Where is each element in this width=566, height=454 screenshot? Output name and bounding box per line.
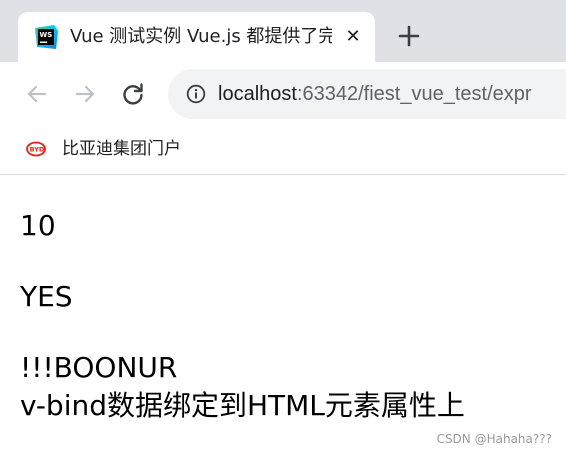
forward-arrow-icon[interactable] (72, 81, 98, 107)
csdn-watermark: CSDN @Hahaha??? (436, 432, 552, 446)
back-arrow-icon[interactable] (24, 81, 50, 107)
output-line-number: 10 (20, 209, 56, 242)
browser-window: WS Vue 测试实例 Vue.js 都提供了完 ✕ localhost:633… (0, 0, 566, 454)
tab-title: Vue 测试实例 Vue.js 都提供了完 (70, 26, 332, 47)
new-tab-plus-icon[interactable] (395, 22, 423, 50)
bookmarks-bar: BYD 比亚迪集团门户 (0, 126, 566, 175)
url-text[interactable]: localhost:63342/fiest_vue_test/expr (218, 82, 532, 106)
output-line-reversed: !!!BOONUR (20, 351, 178, 384)
info-icon[interactable] (186, 84, 206, 104)
tab-strip: WS Vue 测试实例 Vue.js 都提供了完 ✕ (0, 0, 566, 62)
bookmark-label: 比亚迪集团门户 (62, 139, 181, 159)
webstorm-icon: WS (34, 25, 58, 49)
svg-text:BYD: BYD (30, 146, 45, 154)
output-line-ternary: YES (20, 280, 73, 313)
svg-text:WS: WS (40, 31, 53, 39)
browser-toolbar: localhost:63342/fiest_vue_test/expr (0, 62, 566, 126)
byd-logo-icon: BYD (26, 140, 46, 158)
active-tab[interactable]: WS Vue 测试实例 Vue.js 都提供了完 ✕ (18, 12, 375, 62)
url-host: localhost (218, 83, 297, 105)
address-bar[interactable]: localhost:63342/fiest_vue_test/expr (168, 69, 566, 119)
url-path: :63342/fiest_vue_test/expr (296, 83, 532, 105)
close-icon[interactable]: ✕ (341, 25, 365, 49)
page-content: 10 YES !!!BOONUR v-bind数据绑定到HTML元素属性上 CS… (0, 175, 566, 454)
reload-icon[interactable] (120, 81, 146, 107)
output-line-vbind-link[interactable]: v-bind数据绑定到HTML元素属性上 (20, 389, 465, 423)
